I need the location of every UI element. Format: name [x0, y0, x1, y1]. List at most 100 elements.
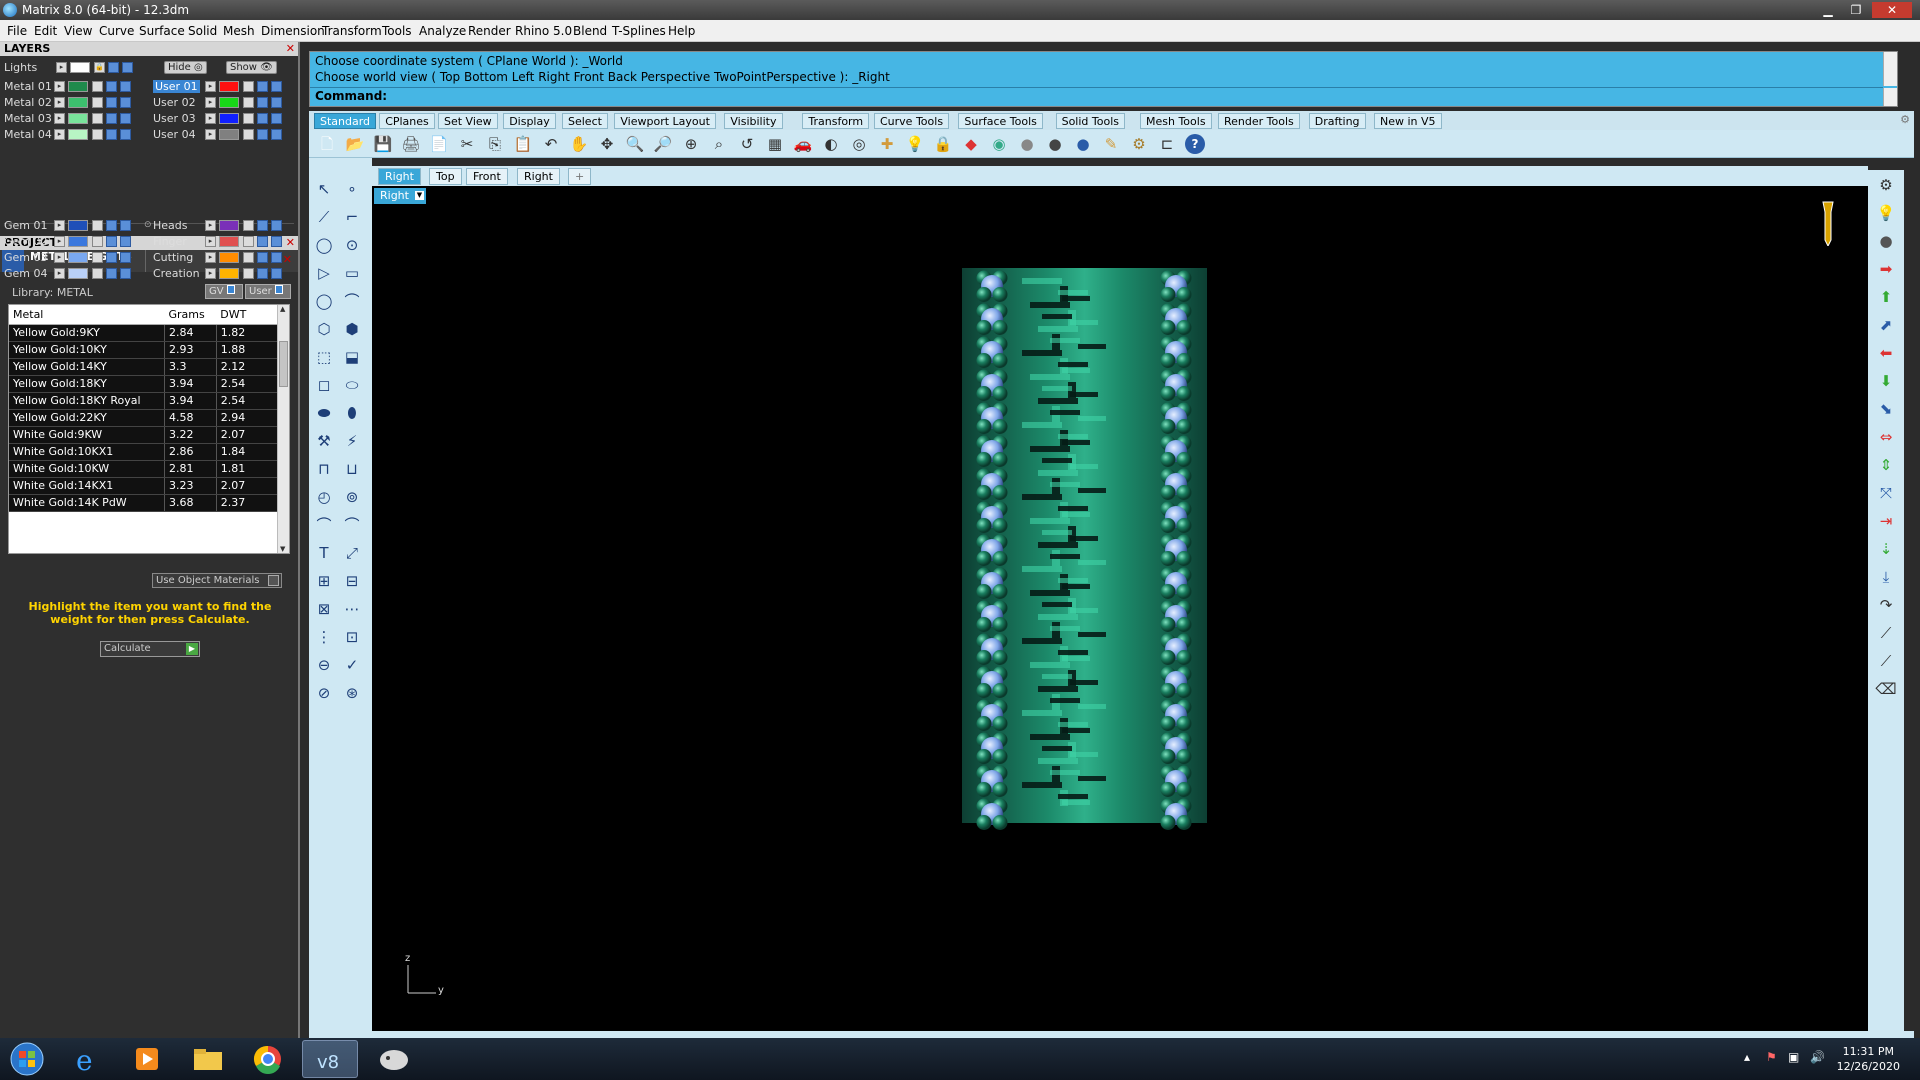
- modeling-tool-icon[interactable]: ⬓: [341, 346, 363, 368]
- menu-mesh[interactable]: Mesh: [223, 24, 255, 38]
- arrow-icon[interactable]: ▸: [54, 268, 65, 279]
- layer-row-metal-01[interactable]: Metal 01 ▸: [4, 80, 144, 94]
- copy-icon[interactable]: ⎘: [485, 134, 505, 154]
- close-button[interactable]: ✕: [1872, 2, 1912, 18]
- line2-icon[interactable]: ⟋: [1875, 650, 1897, 672]
- osnap-icon[interactable]: ✚: [877, 134, 897, 154]
- lock-icon[interactable]: [243, 129, 254, 140]
- chrome-icon[interactable]: [240, 1040, 296, 1078]
- pen-icon[interactable]: ✎: [1101, 134, 1121, 154]
- compress-all-icon[interactable]: ⤓: [1875, 566, 1897, 588]
- toolbar-tab-select[interactable]: Select: [562, 113, 608, 129]
- color-wheel-icon[interactable]: ◉: [989, 134, 1009, 154]
- arrow-icon[interactable]: ▸: [205, 268, 216, 279]
- menu-help[interactable]: Help: [668, 24, 695, 38]
- menu-solid[interactable]: Solid: [188, 24, 217, 38]
- rhino-taskbar-icon[interactable]: [366, 1040, 422, 1078]
- eraser-icon[interactable]: ⌫: [1875, 678, 1897, 700]
- scale-vertical-icon[interactable]: ⇕: [1875, 454, 1897, 476]
- line-icon[interactable]: ⟋: [1875, 622, 1897, 644]
- visibility-icon[interactable]: [106, 129, 117, 140]
- layer-color-swatch[interactable]: [219, 129, 239, 140]
- layer-name[interactable]: Metal 03: [4, 112, 52, 125]
- layer-color-swatch[interactable]: [68, 252, 88, 263]
- zoom-extents-icon[interactable]: ⊕: [681, 134, 701, 154]
- network-icon[interactable]: ▣: [1788, 1050, 1804, 1066]
- four-view-icon[interactable]: ▦: [765, 134, 785, 154]
- light-icon[interactable]: 💡: [1875, 202, 1897, 224]
- layer-color-swatch[interactable]: [68, 97, 88, 108]
- lock-icon[interactable]: [243, 236, 254, 247]
- user-toggle[interactable]: User: [245, 284, 291, 299]
- toolbar-tab-standard[interactable]: Standard: [314, 113, 377, 129]
- open-folder-icon[interactable]: 📂: [345, 134, 365, 154]
- layer-name[interactable]: Metal 04: [4, 128, 52, 141]
- lock-icon[interactable]: 🔒: [933, 134, 953, 154]
- layer-row-gem-02[interactable]: Gem 02 ▸: [4, 235, 144, 249]
- modeling-tool-icon[interactable]: ⬭: [341, 374, 363, 396]
- modeling-tool-icon[interactable]: T: [313, 542, 335, 564]
- menu-blend[interactable]: Blend: [573, 24, 607, 38]
- viewport-tab-right[interactable]: Right: [378, 168, 421, 185]
- paste-special-icon[interactable]: 📄: [429, 134, 449, 154]
- arrow-right-icon[interactable]: ➡: [1875, 258, 1897, 280]
- arrow-icon[interactable]: ▸: [54, 97, 65, 108]
- render-icon[interactable]: [120, 268, 131, 279]
- modeling-tool-icon[interactable]: ⬢: [341, 318, 363, 340]
- visibility-icon[interactable]: [257, 113, 268, 124]
- toolbar-tab-render-tools[interactable]: Render Tools: [1218, 113, 1300, 129]
- modeling-tool-icon[interactable]: ◴: [313, 486, 335, 508]
- modeling-tool-icon[interactable]: ⌒: [341, 514, 363, 536]
- arrow-icon[interactable]: ▸: [54, 220, 65, 231]
- show-hidden-icons[interactable]: ▴: [1744, 1050, 1760, 1066]
- scrollbar-thumb[interactable]: [279, 341, 288, 387]
- menu-dimension[interactable]: Dimension: [261, 24, 325, 38]
- volume-icon[interactable]: 🔊: [1810, 1050, 1826, 1066]
- modeling-tool-icon[interactable]: ⊟: [341, 570, 363, 592]
- lock-icon[interactable]: 🔒: [94, 62, 105, 73]
- modeling-tool-icon[interactable]: ⊓: [313, 458, 335, 480]
- layer-color-swatch[interactable]: [219, 252, 239, 263]
- scale-uniform-icon[interactable]: ⤧: [1875, 482, 1897, 504]
- cut-icon[interactable]: ✂: [457, 134, 477, 154]
- arrow-icon[interactable]: ▸: [54, 113, 65, 124]
- layer-row-creation[interactable]: Creation ▸: [153, 267, 293, 281]
- render-icon[interactable]: [120, 81, 131, 92]
- modeling-tool-icon[interactable]: ⚡: [341, 430, 363, 452]
- shade-icon[interactable]: ◐: [821, 134, 841, 154]
- lock-icon[interactable]: [243, 220, 254, 231]
- arrow-icon[interactable]: ▸: [54, 129, 65, 140]
- compress-icon[interactable]: ⇣: [1875, 538, 1897, 560]
- table-row[interactable]: White Gold:10KW 2.81 1.81: [9, 460, 280, 478]
- lock-icon[interactable]: [243, 97, 254, 108]
- help-icon[interactable]: ?: [1185, 134, 1205, 154]
- arrow-icon[interactable]: ▸: [54, 252, 65, 263]
- render-icon[interactable]: [120, 252, 131, 263]
- table-row[interactable]: Yellow Gold:10KY 2.93 1.88: [9, 341, 280, 359]
- toolbar-tab-curve-tools[interactable]: Curve Tools: [874, 113, 950, 129]
- visibility-icon[interactable]: [257, 129, 268, 140]
- modeling-tool-icon[interactable]: ∘: [341, 178, 363, 200]
- command-history-scrollbar[interactable]: [1883, 52, 1897, 86]
- menu-file[interactable]: File: [7, 24, 27, 38]
- pan-icon[interactable]: ✋: [569, 134, 589, 154]
- toolbar-tab-transform[interactable]: Transform: [802, 113, 870, 129]
- render-icon[interactable]: [120, 129, 131, 140]
- toolbar-tab-surface-tools[interactable]: Surface Tools: [958, 113, 1043, 129]
- render-icon[interactable]: [271, 268, 282, 279]
- zoom-selected-icon[interactable]: ⌕: [709, 134, 729, 154]
- layer-name[interactable]: Creation: [153, 267, 200, 280]
- layer-name[interactable]: Finger: [153, 235, 187, 248]
- lock-icon[interactable]: [243, 81, 254, 92]
- modeling-tool-icon[interactable]: ◯: [313, 290, 335, 312]
- clock[interactable]: 11:31 PM 12/26/2020: [1837, 1044, 1900, 1074]
- layer-name[interactable]: User 02: [153, 96, 196, 109]
- table-row[interactable]: White Gold:14K PdW 3.68 2.37: [9, 494, 280, 512]
- column-header-grams[interactable]: Grams: [164, 305, 217, 325]
- layer-name[interactable]: Gem 01: [4, 219, 48, 232]
- car-render-icon[interactable]: 🚗: [793, 134, 813, 154]
- arrow-icon[interactable]: ▸: [54, 81, 65, 92]
- layer-color-swatch[interactable]: [219, 220, 239, 231]
- modeling-tool-icon[interactable]: ⊔: [341, 458, 363, 480]
- table-row[interactable]: Yellow Gold:9KY 2.84 1.82: [9, 324, 280, 342]
